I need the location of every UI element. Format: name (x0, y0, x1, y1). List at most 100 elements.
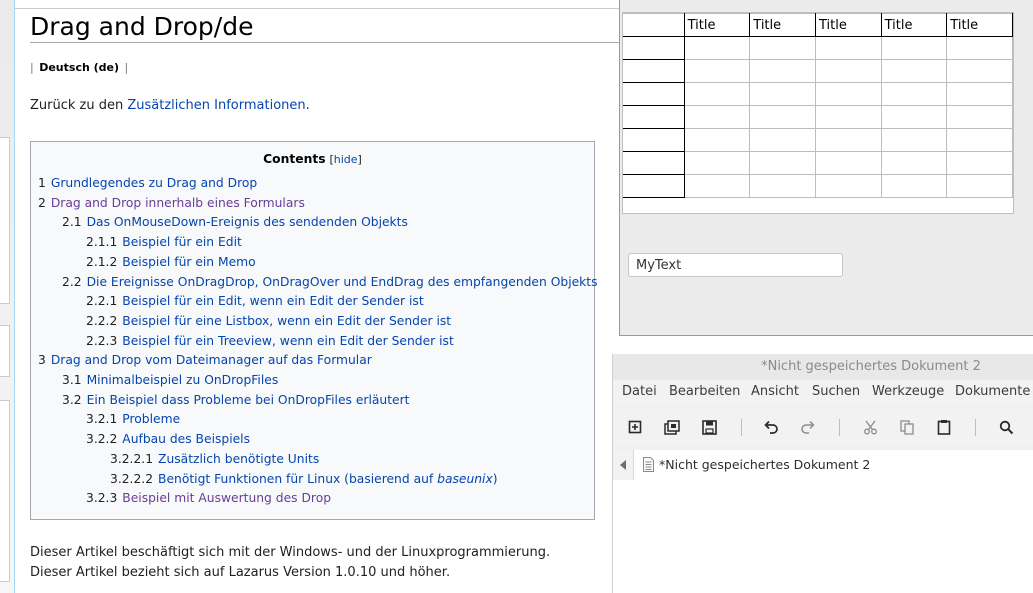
toc-entry[interactable]: 3.2.2.1 Zusätzlich benötigte Units (110, 452, 319, 466)
toc-entry[interactable]: 2.2.3 Beispiel für ein Treeview, wenn ein… (86, 334, 454, 348)
grid-cell[interactable] (946, 59, 1013, 83)
grid-cell[interactable] (880, 151, 948, 175)
grid-cell[interactable] (880, 128, 948, 152)
grid-cell[interactable] (749, 151, 816, 175)
toc-entry[interactable]: 3.2 Ein Beispiel dass Probleme bei OnDrop… (62, 393, 409, 407)
toc-entry-link[interactable]: Beispiel für ein Edit (122, 235, 242, 249)
toc-entry[interactable]: 2.2 Die Ereignisse OnDragDrop, OnDragOver… (62, 275, 598, 289)
grid-cell[interactable] (683, 151, 751, 175)
toc-entry[interactable]: 3 Drag and Drop vom Dateimanager auf das … (38, 353, 372, 367)
grid-cell[interactable] (946, 105, 1013, 129)
toc-entry-link[interactable]: Minimalbeispiel zu OnDropFiles (87, 373, 279, 387)
grid-column-header[interactable]: Title (946, 13, 1013, 37)
collapse-arrow-icon[interactable] (613, 450, 634, 480)
grid-row-header[interactable] (623, 59, 685, 83)
grid-column-header[interactable]: Title (749, 13, 816, 37)
redo-icon[interactable] (797, 416, 819, 438)
toc-entry-link[interactable]: Die Ereignisse OnDragDrop, OnDragOver un… (87, 275, 598, 289)
grid-cell[interactable] (683, 82, 751, 106)
open-document-item[interactable]: *Nicht gespeichertes Dokument 2 (643, 457, 870, 472)
menu-bearbeiten[interactable]: Bearbeiten (669, 384, 740, 399)
grid-cell[interactable] (880, 82, 948, 106)
toc-hide-link[interactable]: hide (334, 153, 358, 166)
menu-datei[interactable]: Datei (622, 384, 657, 399)
toc-entry-link[interactable]: Drag and Drop vom Dateimanager auf das F… (51, 353, 372, 367)
back-link[interactable]: Zusätzlichen Informationen (127, 98, 305, 113)
grid-cell[interactable] (749, 82, 816, 106)
toc-entry-link[interactable]: Beispiel für eine Listbox, wenn ein Edit… (122, 314, 451, 328)
grid-cell[interactable] (880, 59, 948, 83)
grid-row-header[interactable] (623, 82, 685, 106)
grid-cell[interactable] (880, 174, 948, 198)
grid-cell[interactable] (749, 36, 816, 60)
toc-entry-link[interactable]: Ein Beispiel dass Probleme bei OnDropFil… (87, 393, 410, 407)
grid-cell[interactable] (814, 59, 882, 83)
toc-entry[interactable]: 2 Drag and Drop innerhalb eines Formulars (38, 196, 305, 210)
toc-entry-link[interactable]: Grundlegendes zu Drag and Drop (51, 176, 257, 190)
grid-cell[interactable] (683, 59, 751, 83)
copy-icon[interactable] (896, 416, 918, 438)
grid-cell[interactable] (749, 59, 816, 83)
toc-entry[interactable]: 3.1 Minimalbeispiel zu OnDropFiles (62, 373, 278, 387)
toc-entry-link[interactable]: Das OnMouseDown-Ereignis des sendenden O… (87, 215, 408, 229)
toc-entry[interactable]: 2.1.1 Beispiel für ein Edit (86, 235, 242, 249)
mytext-edit[interactable]: MyText (628, 253, 843, 277)
grid-cell[interactable] (946, 82, 1013, 106)
grid-cell[interactable] (749, 105, 816, 129)
grid-cell[interactable] (946, 151, 1013, 175)
toc-entry[interactable]: 3.2.3 Beispiel mit Auswertung des Drop (86, 491, 331, 505)
grid-cell[interactable] (814, 82, 882, 106)
grid-cell[interactable] (749, 128, 816, 152)
menu-werkzeuge[interactable]: Werkzeuge (872, 384, 944, 399)
toc-entry[interactable]: 2.2.1 Beispiel für ein Edit, wenn ein Edi… (86, 294, 424, 308)
toc-entry[interactable]: 3.2.2.2 Benötigt Funktionen für Linux (ba… (110, 472, 498, 486)
grid-row-header[interactable] (623, 174, 685, 198)
menu-ansicht[interactable]: Ansicht (751, 384, 799, 399)
grid-row-header[interactable] (623, 128, 685, 152)
grid-cell[interactable] (814, 36, 882, 60)
grid-cell[interactable] (946, 174, 1013, 198)
toc-entry-link[interactable]: Aufbau des Beispiels (122, 432, 250, 446)
grid-cell[interactable] (683, 128, 751, 152)
grid-cell[interactable] (814, 128, 882, 152)
language-link-de[interactable]: Deutsch (de) (37, 61, 121, 74)
grid-cell[interactable] (880, 36, 948, 60)
toc-hide-toggle[interactable]: [hide] (329, 153, 361, 166)
string-grid[interactable]: Title Title Title Title Title (622, 12, 1014, 214)
toc-entry-link[interactable]: Zusätzlich benötigte Units (158, 452, 319, 466)
open-icon[interactable] (661, 416, 683, 438)
grid-cell[interactable] (814, 174, 882, 198)
grid-row-header[interactable] (623, 151, 685, 175)
grid-cell[interactable] (880, 105, 948, 129)
save-icon[interactable] (698, 416, 720, 438)
menu-suchen[interactable]: Suchen (812, 384, 860, 399)
grid-cell[interactable] (814, 151, 882, 175)
toc-entry-link[interactable]: Drag and Drop innerhalb eines Formulars (51, 196, 305, 210)
menu-dokumente[interactable]: Dokumente (955, 384, 1030, 399)
cut-icon[interactable] (859, 416, 881, 438)
grid-cell[interactable] (683, 174, 751, 198)
grid-cell[interactable] (814, 105, 882, 129)
grid-cell[interactable] (683, 36, 751, 60)
grid-column-header[interactable]: Title (683, 13, 751, 37)
search-icon[interactable] (995, 416, 1017, 438)
grid-column-header[interactable]: Title (880, 13, 948, 37)
toc-entry-link[interactable]: Beispiel für ein Memo (122, 255, 255, 269)
toc-entry-link[interactable]: Beispiel mit Auswertung des Drop (122, 491, 331, 505)
toc-entry[interactable]: 2.2.2 Beispiel für eine Listbox, wenn ein… (86, 314, 451, 328)
undo-icon[interactable] (760, 416, 782, 438)
toc-entry-link[interactable]: Probleme (122, 412, 180, 426)
paste-icon[interactable] (933, 416, 955, 438)
toc-entry-link[interactable]: Benötigt Funktionen für Linux (basierend… (158, 472, 498, 486)
grid-cell[interactable] (683, 105, 751, 129)
toc-entry[interactable]: 3.2.2 Aufbau des Beispiels (86, 432, 250, 446)
toc-entry[interactable]: 1 Grundlegendes zu Drag and Drop (38, 176, 257, 190)
toc-entry-link[interactable]: Beispiel für ein Edit, wenn ein Edit der… (122, 294, 423, 308)
grid-cell[interactable] (749, 174, 816, 198)
toc-entry-link[interactable]: Beispiel für ein Treeview, wenn ein Edit… (122, 334, 453, 348)
grid-row-header[interactable] (623, 36, 685, 60)
grid-column-header[interactable]: Title (814, 13, 882, 37)
toc-entry[interactable]: 3.2.1 Probleme (86, 412, 180, 426)
toc-entry[interactable]: 2.1 Das OnMouseDown-Ereignis des sendende… (62, 215, 408, 229)
toc-entry[interactable]: 2.1.2 Beispiel für ein Memo (86, 255, 256, 269)
